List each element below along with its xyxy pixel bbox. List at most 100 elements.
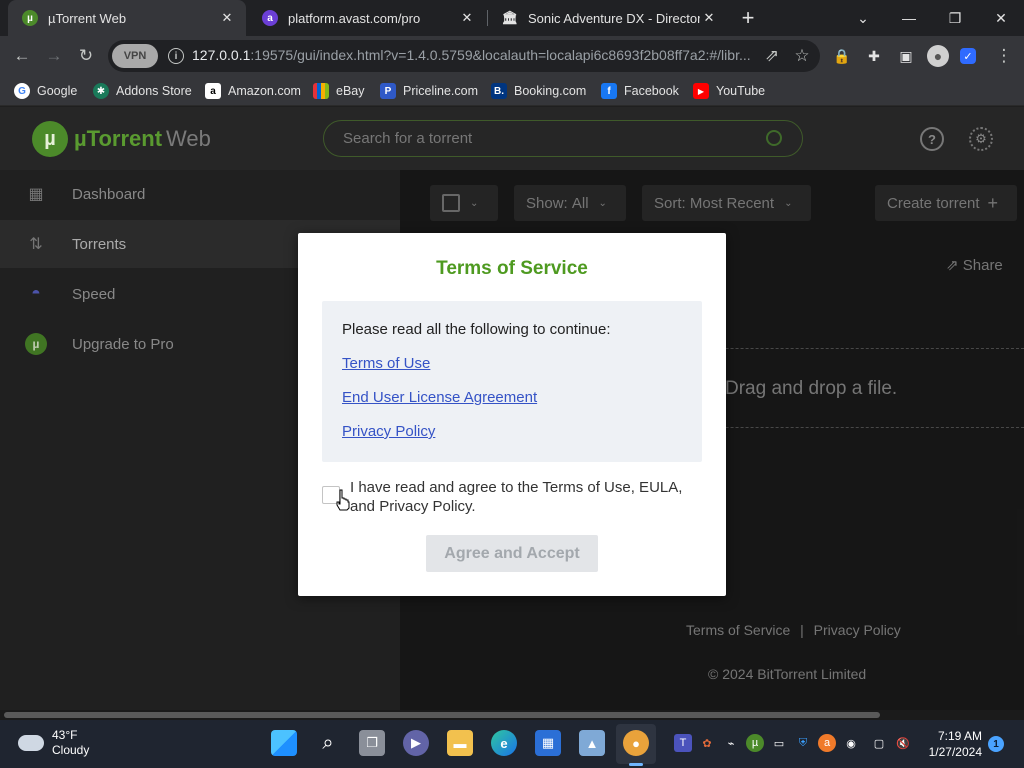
- bookmark-label: eBay: [336, 84, 365, 98]
- bookmark-star-icon[interactable]: ☆: [788, 42, 816, 70]
- chat-icon[interactable]: ▶: [403, 730, 429, 756]
- search-placeholder: Search for a torrent: [343, 130, 473, 147]
- google-icon: G: [14, 83, 30, 99]
- bookmark-amazon[interactable]: a Amazon.com: [205, 81, 301, 101]
- youtube-icon: ▶: [693, 83, 709, 99]
- bookmark-label: Addons Store: [116, 84, 192, 98]
- store-icon[interactable]: ▦: [535, 730, 561, 756]
- bookmark-addons-store[interactable]: ✱ Addons Store: [93, 81, 192, 101]
- gear-icon[interactable]: ⚙: [969, 127, 993, 151]
- new-tab-button[interactable]: +: [736, 5, 760, 30]
- extension-lock-icon[interactable]: 🔒: [832, 46, 852, 66]
- task-view-icon[interactable]: ❐: [359, 730, 385, 756]
- logo-suffix: Web: [166, 126, 211, 151]
- clock-time: 7:19 AM: [937, 729, 982, 743]
- system-clock[interactable]: 7:19 AM 1/27/2024: [918, 728, 982, 760]
- app-tray-icon[interactable]: ✿: [698, 734, 716, 752]
- address-bar[interactable]: VPN i 127.0.0.1:19575/gui/index.html?v=1…: [108, 40, 820, 72]
- scrollbar-thumb[interactable]: [4, 712, 880, 718]
- bookmark-label: Priceline.com: [403, 84, 479, 98]
- search-input[interactable]: Search for a torrent: [323, 120, 803, 157]
- windows-start-icon[interactable]: [271, 730, 297, 756]
- monitor-icon[interactable]: ▭: [770, 734, 788, 752]
- tab-title: µTorrent Web: [48, 10, 127, 26]
- teams-icon[interactable]: T: [674, 734, 692, 752]
- addons-store-icon: ✱: [93, 83, 109, 99]
- terms-of-use-link[interactable]: Terms of Use: [342, 355, 430, 372]
- vpn-badge[interactable]: VPN: [112, 44, 158, 68]
- discord-icon[interactable]: ◉: [842, 734, 860, 752]
- avast-icon: a: [262, 10, 278, 26]
- terms-links-panel: Please read all the following to continu…: [322, 301, 702, 462]
- cloud-icon: [18, 735, 44, 751]
- search-icon[interactable]: ⌕: [315, 730, 341, 756]
- amazon-icon: a: [205, 83, 221, 99]
- back-arrow-icon[interactable]: ←: [8, 42, 36, 70]
- tab-avast[interactable]: a platform.avast.com/pro ✕: [248, 0, 486, 36]
- puzzle-icon[interactable]: ✚: [864, 46, 884, 66]
- utorrent-logo-icon: µ: [32, 121, 68, 157]
- bookmark-ebay[interactable]: eBay: [313, 81, 365, 101]
- agree-label[interactable]: I have read and agree to the Terms of Us…: [350, 478, 690, 516]
- checkmark-extension-icon[interactable]: ✓: [960, 48, 976, 64]
- close-icon[interactable]: ✕: [700, 9, 718, 27]
- help-icon[interactable]: ?: [920, 127, 944, 151]
- kebab-menu-icon[interactable]: ⋮: [990, 42, 1018, 70]
- share-page-icon[interactable]: ⇗: [758, 42, 786, 70]
- clock-date: 1/27/2024: [928, 745, 982, 759]
- weather-temperature: 43°F: [52, 728, 78, 742]
- tab-title: Sonic Adventure DX - Director's: [528, 10, 700, 26]
- display-icon[interactable]: ▢: [870, 734, 888, 752]
- logo-brand: µTorrent: [74, 126, 163, 151]
- volume-muted-icon[interactable]: 🔇: [894, 734, 912, 752]
- url-host: 127.0.0.1: [192, 47, 251, 63]
- browser-tab-strip: µ µTorrent Web ✕ a platform.avast.com/pr…: [0, 0, 1024, 36]
- info-icon[interactable]: i: [168, 48, 184, 64]
- active-app-indicator: [629, 763, 643, 766]
- url-text[interactable]: 127.0.0.1:19575/gui/index.html?v=1.4.0.5…: [192, 47, 752, 63]
- profile-avatar-icon[interactable]: ●: [927, 45, 949, 67]
- privacy-policy-link[interactable]: Privacy Policy: [342, 423, 435, 440]
- tab-sonic[interactable]: 🏛 Sonic Adventure DX - Director's ✕: [488, 0, 728, 36]
- window-close-icon[interactable]: ✕: [978, 0, 1024, 36]
- bookmark-google[interactable]: G Google: [14, 81, 77, 101]
- utorrent-tray-icon[interactable]: µ: [746, 734, 764, 752]
- reload-icon[interactable]: ↻: [72, 42, 100, 70]
- forward-arrow-icon[interactable]: →: [40, 42, 68, 70]
- facebook-icon: f: [601, 83, 617, 99]
- modal-title: Terms of Service: [436, 258, 588, 279]
- close-icon[interactable]: ✕: [218, 9, 236, 27]
- utorrent-icon: µ: [22, 10, 38, 26]
- weather-widget[interactable]: 43°F Cloudy: [18, 728, 89, 758]
- photos-icon[interactable]: ▲: [579, 730, 605, 756]
- file-explorer-icon[interactable]: ▬: [447, 730, 473, 756]
- network-share-icon[interactable]: ⌁: [722, 734, 740, 752]
- search-icon[interactable]: [766, 130, 782, 146]
- bookmark-label: Facebook: [624, 84, 679, 98]
- avast-browser-icon[interactable]: ●: [623, 730, 649, 756]
- bookmark-youtube[interactable]: ▶ YouTube: [693, 81, 765, 101]
- bookmarks-bar: G Google ✱ Addons Store a Amazon.com eBay P…: [0, 76, 1024, 106]
- windows-taskbar: 43°F Cloudy ⌕ ❐ ▶ ▬ e ▦ ▲ ● T ✿ ⌁ µ ▭ ⛨ …: [0, 720, 1024, 768]
- bookmark-booking[interactable]: B. Booking.com: [491, 81, 586, 101]
- avast-tray-icon[interactable]: a: [818, 734, 836, 752]
- booking-icon: B.: [491, 83, 507, 99]
- notification-badge[interactable]: 1: [988, 736, 1004, 752]
- close-icon[interactable]: ✕: [458, 9, 476, 27]
- agree-and-accept-button[interactable]: Agree and Accept: [426, 535, 598, 572]
- bookmark-priceline[interactable]: P Priceline.com: [380, 81, 478, 101]
- side-panel-icon[interactable]: ▣: [896, 46, 916, 66]
- minimize-icon[interactable]: —: [886, 0, 932, 36]
- eula-link[interactable]: End User License Agreement: [342, 389, 537, 406]
- ebay-icon: [313, 83, 329, 99]
- security-shield-icon[interactable]: ⛨: [794, 734, 812, 752]
- horizontal-scrollbar[interactable]: [0, 710, 1024, 720]
- tab-search-chevron-icon[interactable]: ⌄: [840, 0, 886, 36]
- bookmark-label: Google: [37, 84, 78, 98]
- bookmark-label: YouTube: [716, 84, 766, 98]
- tab-utorrent-web[interactable]: µ µTorrent Web ✕: [8, 0, 246, 36]
- utorrent-logo[interactable]: µ µTorrent Web: [32, 121, 211, 157]
- edge-icon[interactable]: e: [491, 730, 517, 756]
- bookmark-facebook[interactable]: f Facebook: [601, 81, 679, 101]
- maximize-icon[interactable]: ❐: [932, 0, 978, 36]
